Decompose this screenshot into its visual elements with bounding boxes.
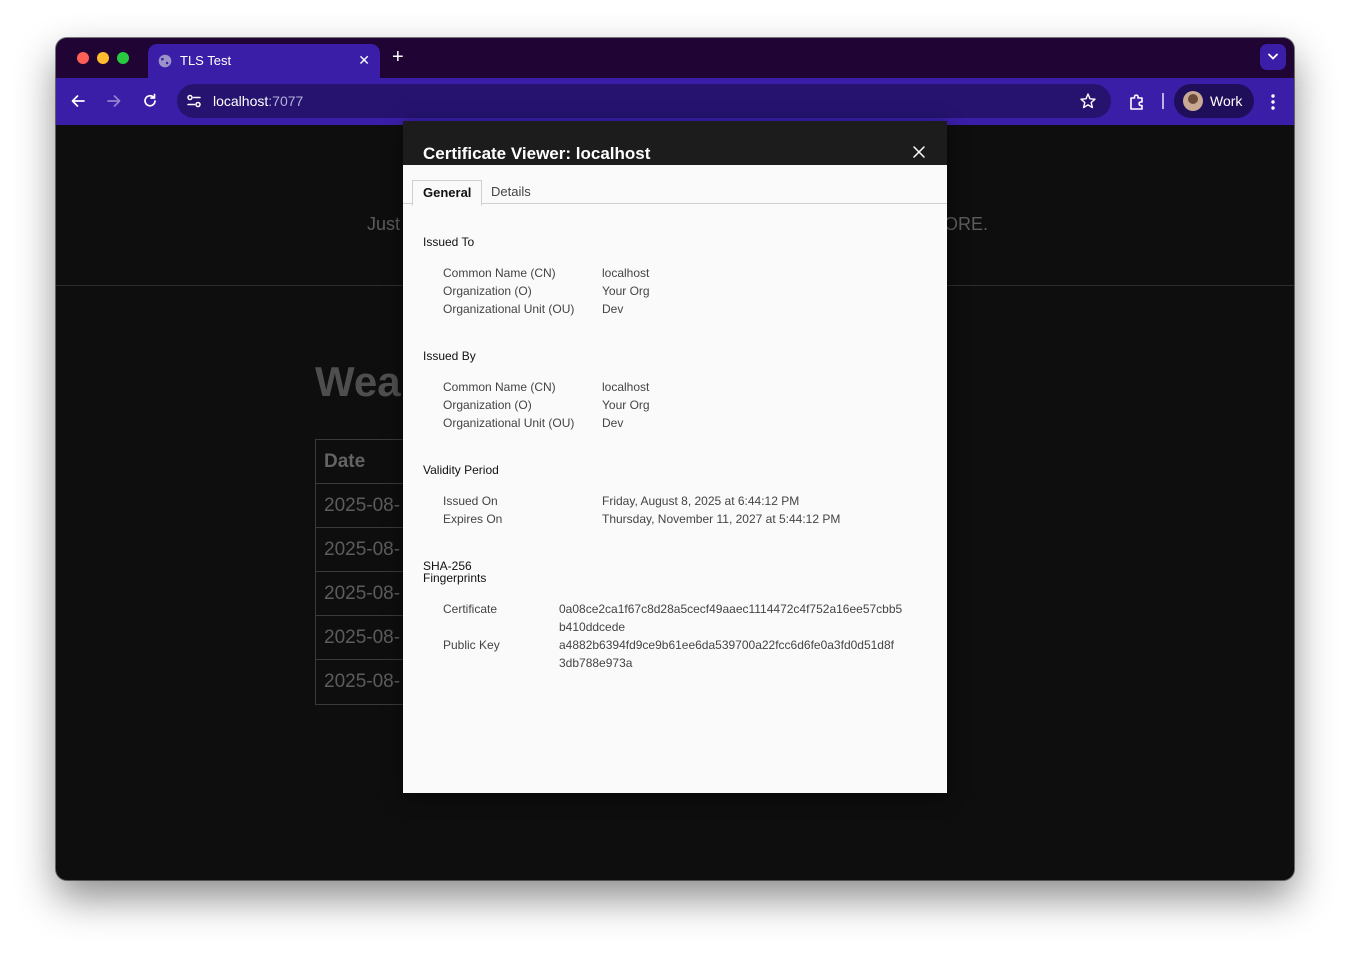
issued-to-heading: Issued To <box>423 235 475 249</box>
toolbar-divider <box>1162 93 1164 109</box>
issued-to-o-label: Organization (O) <box>443 284 532 298</box>
globe-icon <box>158 54 172 68</box>
maximize-window-button[interactable] <box>117 52 129 64</box>
back-arrow-icon[interactable] <box>69 92 87 110</box>
plus-icon[interactable]: + <box>392 47 404 67</box>
issued-to-ou-value: Dev <box>602 302 624 316</box>
site-settings-icon[interactable] <box>185 92 203 110</box>
tab-title: TLS Test <box>180 53 232 68</box>
weather-table: Date 2025-08- 2025-08- 2025-08- 2025-08-… <box>315 439 406 705</box>
table-row: 2025-08- <box>316 572 406 616</box>
validity-heading: Validity Period <box>423 463 499 477</box>
reload-icon[interactable] <box>141 92 159 110</box>
fingerprints-heading-line2: Fingerprints <box>423 571 487 585</box>
issued-to-cn-label: Common Name (CN) <box>443 266 556 280</box>
certificate-viewer-dialog: Certificate Viewer: localhost General De… <box>403 121 947 793</box>
issued-by-cn-label: Common Name (CN) <box>443 380 556 394</box>
profile-button[interactable]: Work <box>1174 84 1254 118</box>
url-port: :7077 <box>268 93 304 109</box>
dialog-header: Certificate Viewer: localhost <box>403 121 947 165</box>
issued-on-value: Friday, August 8, 2025 at 6:44:12 PM <box>602 494 800 508</box>
table-row: 2025-08- <box>324 671 401 692</box>
url-host: localhost <box>213 93 269 109</box>
banner-text-left: Just <box>367 214 401 234</box>
banner-text-right: ORE. <box>944 214 989 234</box>
table-row: 2025-08- <box>316 616 406 660</box>
table-row: 2025-08- <box>316 484 406 528</box>
tab-general[interactable]: General <box>412 180 483 206</box>
extensions-puzzle-icon[interactable] <box>1127 92 1147 112</box>
issued-by-o-label: Organization (O) <box>443 398 532 412</box>
issued-by-o-value: Your Org <box>602 398 650 412</box>
close-icon[interactable] <box>912 145 926 159</box>
issued-by-ou-value: Dev <box>602 416 624 430</box>
close-icon[interactable]: ✕ <box>358 52 370 68</box>
expires-on-value: Thursday, November 11, 2027 at 5:44:12 P… <box>602 512 841 526</box>
address-bar[interactable]: localhost:7077 <box>177 84 1111 118</box>
issued-by-heading: Issued By <box>423 349 476 363</box>
cert-fingerprint-value-line1: 0a08ce2ca1f67c8d28a5cecf49aaec1114472c4f… <box>559 602 903 616</box>
profile-label: Work <box>1210 93 1243 109</box>
issued-to-cn-value: localhost <box>602 266 650 280</box>
tab-details[interactable]: Details <box>481 180 541 204</box>
minimize-window-button[interactable] <box>97 52 109 64</box>
bookmark-star-icon[interactable] <box>1079 92 1097 110</box>
pubkey-fingerprint-label: Public Key <box>443 638 500 652</box>
url-text: localhost:7077 <box>213 93 303 109</box>
cert-fingerprint-value-line2: b410ddcede <box>559 620 626 634</box>
browser-toolbar: localhost:7077 Work <box>56 78 1294 125</box>
tab-strip: TLS Test ✕ + <box>56 38 1294 78</box>
cert-fingerprint-label: Certificate <box>443 602 498 616</box>
pubkey-fingerprint-value-line2: 3db788e973a <box>559 656 633 670</box>
page-title: Wea <box>315 358 401 405</box>
table-header-date: Date <box>316 440 406 484</box>
forward-arrow-icon[interactable] <box>105 92 123 110</box>
table-row: 2025-08- <box>316 528 406 572</box>
tab-search-button[interactable] <box>1260 44 1286 70</box>
issued-on-label: Issued On <box>443 494 498 508</box>
tab-tls-test[interactable]: TLS Test ✕ <box>148 44 380 78</box>
avatar <box>1183 91 1203 111</box>
issued-by-ou-label: Organizational Unit (OU) <box>443 416 575 430</box>
issued-to-o-value: Your Org <box>602 284 650 298</box>
expires-on-label: Expires On <box>443 512 503 526</box>
close-window-button[interactable] <box>77 52 89 64</box>
chevron-down-icon <box>1268 53 1278 60</box>
issued-to-ou-label: Organizational Unit (OU) <box>443 302 575 316</box>
more-menu-icon[interactable] <box>1267 91 1279 113</box>
dialog-title: Certificate Viewer: localhost <box>423 144 651 163</box>
pubkey-fingerprint-value-line1: a4882b6394fd9ce9b61ee6da539700a22fcc6d6f… <box>559 638 894 652</box>
issued-by-cn-value: localhost <box>602 380 650 394</box>
